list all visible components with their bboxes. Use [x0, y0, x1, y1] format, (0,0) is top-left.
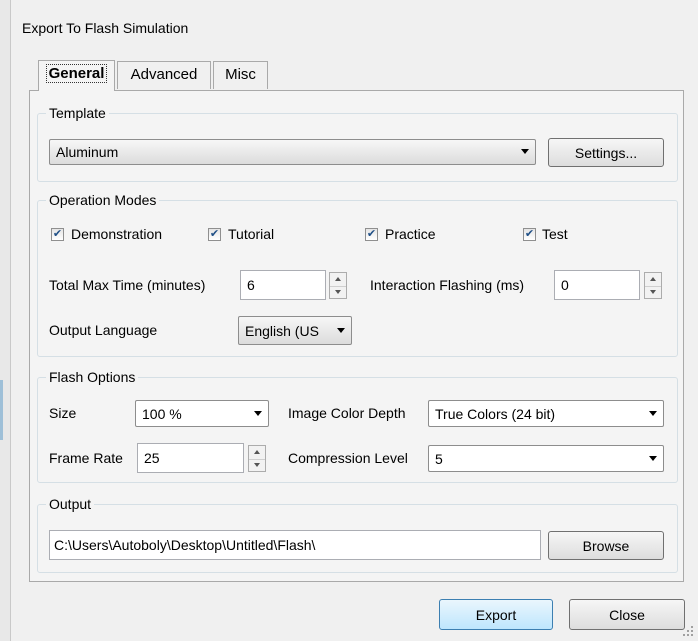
- output-path-input[interactable]: C:\Users\Autoboly\Desktop\Untitled\Flash…: [49, 530, 541, 560]
- chevron-down-icon: [649, 455, 657, 461]
- arrow-up-icon: [650, 277, 656, 282]
- output-language-select[interactable]: English (US: [238, 316, 352, 345]
- image-color-depth-select[interactable]: True Colors (24 bit): [428, 400, 664, 427]
- tutorial-label: Tutorial: [228, 226, 275, 242]
- arrow-down-icon: [254, 462, 260, 467]
- size-select[interactable]: 100 %: [135, 400, 269, 427]
- checkmark-icon: ✔: [209, 228, 220, 240]
- browse-button[interactable]: Browse: [548, 531, 664, 560]
- arrow-down-icon: [650, 289, 656, 294]
- output-language-label: Output Language: [49, 322, 158, 338]
- chevron-down-icon: [521, 149, 529, 154]
- size-label: Size: [49, 405, 77, 421]
- tab-advanced[interactable]: Advanced: [117, 61, 211, 89]
- tab-misc[interactable]: Misc: [213, 61, 268, 89]
- frame-rate-value: 25: [144, 450, 160, 466]
- template-select[interactable]: Aluminum: [49, 139, 536, 165]
- test-checkbox[interactable]: ✔: [523, 228, 536, 241]
- interaction-flashing-label: Interaction Flashing (ms): [370, 277, 525, 293]
- chevron-down-icon: [649, 410, 657, 416]
- chevron-down-icon: [337, 327, 345, 333]
- spin-up-button[interactable]: [249, 446, 265, 460]
- chevron-down-icon: [254, 410, 262, 416]
- total-max-time-spinner[interactable]: [329, 272, 347, 299]
- arrow-down-icon: [335, 289, 341, 294]
- checkmark-icon: ✔: [52, 228, 63, 240]
- window-title: Export To Flash Simulation: [22, 20, 189, 36]
- resize-grip-icon[interactable]: [682, 625, 694, 637]
- demonstration-label: Demonstration: [71, 226, 163, 242]
- image-color-depth-value: True Colors (24 bit): [435, 405, 556, 422]
- frame-rate-spinner[interactable]: [248, 445, 266, 472]
- tab-misc-label: Misc: [225, 66, 256, 83]
- close-button[interactable]: Close: [569, 599, 685, 630]
- settings-button-label: Settings...: [574, 144, 638, 161]
- total-max-time-value: 6: [247, 277, 255, 293]
- export-button[interactable]: Export: [439, 599, 553, 630]
- interaction-flashing-spinner[interactable]: [644, 272, 662, 299]
- window-left-edge: [0, 0, 11, 641]
- tab-general[interactable]: General: [38, 60, 115, 91]
- practice-label: Practice: [385, 226, 436, 242]
- total-max-time-label: Total Max Time (minutes): [49, 277, 206, 293]
- edge-highlight: [0, 380, 3, 440]
- frame-rate-label: Frame Rate: [49, 450, 123, 466]
- flash-options-group-label: Flash Options: [46, 368, 139, 386]
- checkmark-icon: ✔: [524, 228, 535, 240]
- size-value: 100 %: [142, 405, 182, 422]
- compression-level-value: 5: [435, 450, 443, 467]
- arrow-up-icon: [335, 277, 341, 282]
- close-button-label: Close: [609, 606, 645, 623]
- checkmark-icon: ✔: [366, 228, 377, 240]
- spin-up-button[interactable]: [330, 273, 346, 287]
- export-button-label: Export: [475, 606, 517, 623]
- interaction-flashing-value: 0: [561, 277, 569, 293]
- tutorial-checkbox[interactable]: ✔: [208, 228, 221, 241]
- browse-button-label: Browse: [582, 537, 630, 554]
- image-color-depth-label: Image Color Depth: [288, 405, 406, 421]
- tab-advanced-label: Advanced: [130, 66, 198, 83]
- operation-modes-group-label: Operation Modes: [46, 191, 160, 209]
- interaction-flashing-input[interactable]: 0: [554, 270, 640, 300]
- demonstration-checkbox[interactable]: ✔: [51, 228, 64, 241]
- compression-level-select[interactable]: 5: [428, 445, 664, 472]
- practice-checkbox[interactable]: ✔: [365, 228, 378, 241]
- total-max-time-input[interactable]: 6: [240, 270, 326, 300]
- output-group-label: Output: [46, 495, 95, 513]
- tab-general-label: General: [45, 64, 108, 83]
- template-group-label: Template: [46, 104, 109, 122]
- template-select-value: Aluminum: [56, 144, 119, 160]
- spin-down-button[interactable]: [249, 459, 265, 472]
- test-label: Test: [542, 226, 568, 242]
- output-language-value: English (US: [245, 322, 319, 339]
- frame-rate-input[interactable]: 25: [137, 443, 244, 473]
- spin-down-button[interactable]: [645, 286, 661, 299]
- spin-up-button[interactable]: [645, 273, 661, 287]
- compression-level-label: Compression Level: [288, 450, 408, 466]
- spin-down-button[interactable]: [330, 286, 346, 299]
- settings-button[interactable]: Settings...: [548, 138, 664, 167]
- output-path-value: C:\Users\Autoboly\Desktop\Untitled\Flash…: [54, 537, 316, 553]
- arrow-up-icon: [254, 450, 260, 455]
